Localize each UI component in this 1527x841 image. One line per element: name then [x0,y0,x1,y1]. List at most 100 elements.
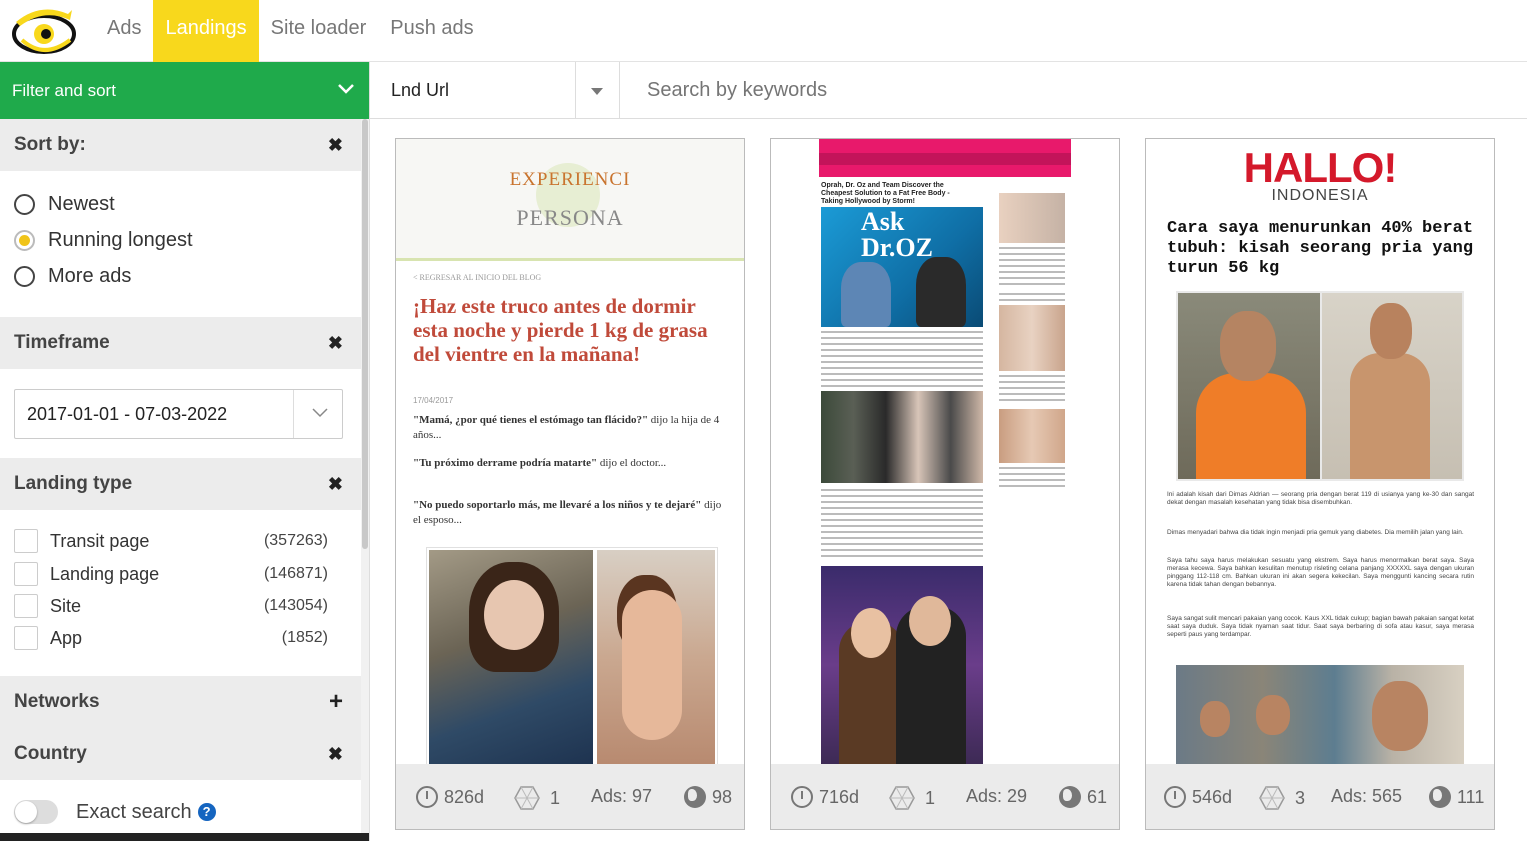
radio-button[interactable] [14,265,35,287]
radio-button[interactable] [14,193,35,215]
sort-option-newest[interactable]: Newest [14,189,115,219]
geos-value: 111 [1457,786,1485,807]
landing-type-section-header[interactable]: Landing type ✖ [0,458,361,510]
preview-photo [426,547,718,764]
help-icon[interactable]: ? [197,803,216,821]
select-divider [293,390,294,438]
photo-shape [851,608,891,658]
preview-text-block [821,331,983,357]
preview-quote: "No puedo soportarlo más, me llevaré a l… [413,499,702,511]
close-icon[interactable]: ✖ [328,317,343,369]
photo-shape [622,590,682,740]
landing-preview[interactable]: Oprah, Dr. Oz and Team Discover the Chea… [771,139,1119,764]
tab-landings[interactable]: Landings [153,0,259,62]
ads-count-stat: Ads: 29 [966,786,1027,807]
landing-type-transit-page[interactable]: Transit page (357263) [14,526,328,556]
tab-site-loader[interactable]: Site loader [259,0,379,62]
networks-stat: 1 [514,786,560,810]
preview-before-after-photo [1176,291,1464,481]
country-title: Country [14,743,87,764]
landing-type-label: Transit page [50,530,150,551]
landing-type-app[interactable]: App (1852) [14,623,328,653]
landing-type-title: Landing type [14,473,133,494]
exact-search-toggle[interactable] [14,800,58,824]
landing-card[interactable]: Oprah, Dr. Oz and Team Discover the Chea… [770,138,1120,830]
photo-shape [841,262,891,327]
ads-count-value: Ads: 29 [966,786,1028,806]
preview-quote: "Tu próximo derrame podría matarte" [413,457,598,469]
geos-stat: 61 [1059,786,1107,808]
landing-preview[interactable]: HALLO! INDONESIA Cara saya menurunkan 40… [1146,139,1494,764]
preview-logo-line2: PERSONA [516,205,624,230]
landing-card[interactable]: EXPERIENCI PERSONA < REGRESAR AL INICIO … [395,138,745,830]
filter-sidebar: Filter and sort Sort by: ✖ Newest Runnin… [0,62,370,841]
preview-logo-line1: EXPERIENCI [509,169,631,190]
landing-preview[interactable]: EXPERIENCI PERSONA < REGRESAR AL INICIO … [396,139,744,764]
checkbox[interactable] [14,529,38,553]
preview-text-block [821,361,983,395]
filter-and-sort-label: Filter and sort [12,81,116,100]
networks-value: 1 [550,787,561,808]
eye-logo-icon[interactable] [10,4,80,56]
preview-paragraph: "Tu próximo derrame podría matarte" dijo… [413,456,728,471]
photo-shape [484,580,544,650]
sidebar-scroll-thumb[interactable] [362,119,368,549]
landing-type-label: Site [50,595,82,616]
photo-before [1178,293,1320,479]
preview-logo-sub: INDONESIA [1271,187,1369,204]
timeframe-section-header[interactable]: Timeframe ✖ [0,317,361,369]
photo-shape [1372,681,1428,751]
preview-title: Cara saya menurunkan 40% berat tubuh: ki… [1167,219,1474,278]
filter-and-sort-header[interactable]: Filter and sort [0,62,369,119]
photo-shape [1220,311,1276,381]
ads-count-stat: Ads: 97 [591,786,652,807]
photo-shape [1370,303,1412,359]
photo-shape [916,257,966,327]
network-icon [889,786,915,810]
sort-section-header[interactable]: Sort by: ✖ [0,119,361,171]
networks-value: 1 [925,787,936,808]
photo-shape [1196,373,1306,479]
landing-card[interactable]: HALLO! INDONESIA Cara saya menurunkan 40… [1145,138,1495,830]
sort-option-running-longest[interactable]: Running longest [14,225,193,255]
sort-option-more-ads[interactable]: More ads [14,261,131,291]
plus-icon[interactable]: + [329,676,343,728]
caret-down-icon[interactable] [591,88,603,95]
keyword-search-input[interactable] [620,62,1527,119]
preview-text-block [999,293,1065,303]
main-nav: Ads Landings Site loader Push ads [95,0,486,62]
date-range-select[interactable]: 2017-01-01 - 07-03-2022 [14,389,343,439]
geos-stat: 111 [1429,786,1484,808]
geos-value: 98 [712,786,733,807]
landing-type-landing-page[interactable]: Landing page (146871) [14,559,328,589]
landing-type-site[interactable]: Site (143054) [14,591,328,621]
preview-text-block [999,375,1065,403]
days-running-stat: 546d [1164,786,1232,808]
landing-type-count: (143054) [263,597,328,614]
networks-stat: 3 [1259,786,1305,810]
landing-type-count: (357263) [263,532,328,549]
country-section-header[interactable]: Country ✖ [0,728,361,780]
sort-title: Sort by: [14,134,86,155]
tab-push-ads[interactable]: Push ads [378,0,485,62]
preview-date: 17/04/2017 [413,396,454,405]
search-field-select[interactable]: Lnd Url [370,62,620,119]
close-icon[interactable]: ✖ [328,119,343,171]
preview-thumb [999,409,1065,463]
radio-button-selected[interactable] [14,229,35,251]
chevron-down-icon[interactable] [312,390,328,438]
globe-icon [684,786,706,808]
sidebar-bottom-bar [0,833,369,841]
close-icon[interactable]: ✖ [328,458,343,510]
chevron-down-icon[interactable] [337,62,355,119]
tab-ads[interactable]: Ads [95,0,153,62]
preview-selfie-photo [1176,665,1464,764]
checkbox[interactable] [14,626,38,650]
landings-grid: EXPERIENCI PERSONA < REGRESAR AL INICIO … [370,119,1527,841]
networks-section-header[interactable]: Networks + [0,676,361,728]
checkbox[interactable] [14,562,38,586]
globe-icon [1429,786,1451,808]
sort-option-label: Running longest [48,228,193,251]
checkbox[interactable] [14,594,38,618]
close-icon[interactable]: ✖ [328,728,343,780]
